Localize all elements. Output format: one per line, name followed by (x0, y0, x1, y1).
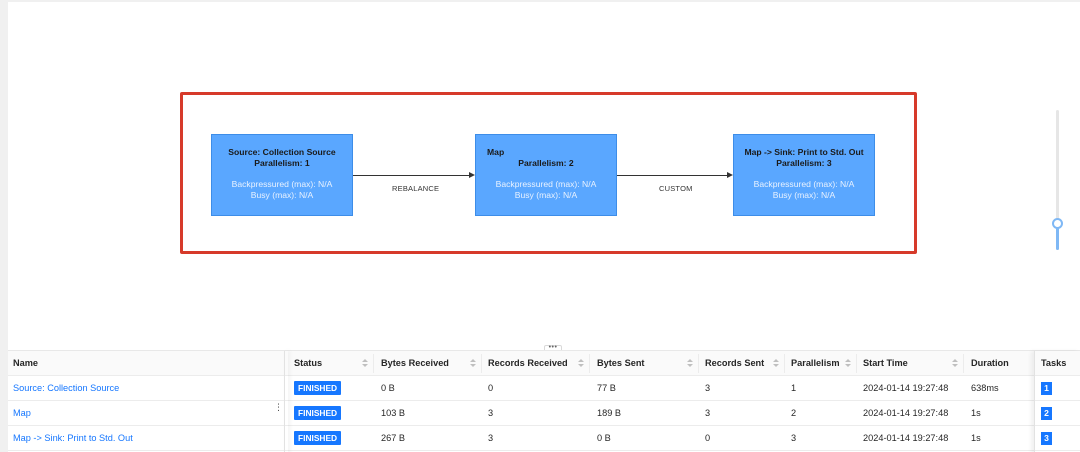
bytes-received-value: 103 B (381, 408, 406, 418)
vertex-name-link[interactable]: Source: Collection Source (13, 376, 119, 401)
node-name: Map -> Sink: Print to Std. Out (744, 147, 864, 157)
task-count-badge[interactable]: 3 (1041, 432, 1052, 445)
graph-edge-custom (617, 175, 729, 176)
node-parallelism: Parallelism: 2 (518, 158, 574, 168)
sort-icon[interactable] (773, 359, 779, 368)
records-received-value: 0 (488, 383, 494, 393)
vertices-table: Name Status Bytes Received Records Recei… (8, 350, 1080, 452)
header-records-received[interactable]: Records Received (488, 351, 568, 376)
records-sent-value: 3 (705, 408, 711, 418)
node-busy: Busy (max): N/A (250, 190, 314, 200)
header-name[interactable]: Name (13, 351, 38, 376)
edge-label: CUSTOM (659, 184, 693, 193)
graph-node-source[interactable]: Source: Collection Source Parallelism: 1… (211, 134, 353, 216)
node-backpressure: Backpressured (max): N/A (495, 179, 597, 189)
start-time-value: 2024-01-14 19:27:48 (863, 433, 949, 443)
task-count-badge[interactable]: 1 (1041, 382, 1052, 395)
graph-node-sink[interactable]: Map -> Sink: Print to Std. Out Paralleli… (733, 134, 875, 216)
parallelism-value: 1 (791, 383, 797, 393)
start-time-value: 2024-01-14 19:27:48 (863, 408, 949, 418)
bytes-sent-value: 0 B (597, 433, 611, 443)
bytes-sent-value: 77 B (597, 383, 616, 393)
vertex-name-link[interactable]: Map -> Sink: Print to Std. Out (13, 426, 133, 451)
node-backpressure: Backpressured (max): N/A (231, 179, 333, 189)
header-records-sent[interactable]: Records Sent (705, 351, 764, 376)
edge-label: REBALANCE (392, 184, 440, 193)
table-row[interactable]: Map FINISHED 103 B 3 189 B 3 2 2024-01-1… (8, 401, 1080, 426)
sort-icon[interactable] (845, 359, 851, 368)
sort-icon[interactable] (952, 359, 958, 368)
parallelism-value: 2 (791, 408, 797, 418)
records-sent-value: 0 (705, 433, 711, 443)
status-badge: FINISHED (294, 381, 342, 395)
duration-value: 1s (971, 408, 981, 418)
job-graph-canvas[interactable]: Source: Collection Source Parallelism: 1… (8, 2, 1080, 350)
node-busy: Busy (max): N/A (514, 190, 578, 200)
records-received-value: 3 (488, 433, 494, 443)
header-tasks: Tasks (1041, 358, 1067, 368)
node-backpressure: Backpressured (max): N/A (753, 179, 855, 189)
graph-node-map[interactable]: Map Parallelism: 2 Backpressured (max): … (475, 134, 617, 216)
sort-icon[interactable] (578, 359, 584, 368)
node-parallelism: Parallelism: 3 (776, 158, 832, 168)
task-count-badge[interactable]: 2 (1041, 407, 1052, 420)
header-duration[interactable]: Duration (971, 351, 1009, 376)
bytes-sent-value: 189 B (597, 408, 622, 418)
table-row[interactable]: Source: Collection Source FINISHED 0 B 0… (8, 376, 1080, 401)
bytes-received-value: 0 B (381, 383, 395, 393)
header-start-time[interactable]: Start Time (863, 351, 908, 376)
parallelism-value: 3 (791, 433, 797, 443)
header-status[interactable]: Status (294, 351, 322, 376)
duration-value: 638ms (971, 383, 999, 393)
status-badge: FINISHED (294, 431, 342, 445)
header-bytes-sent[interactable]: Bytes Sent (597, 351, 645, 376)
column-resize-handle[interactable]: ⋮ (274, 401, 283, 413)
node-busy: Busy (max): N/A (772, 190, 836, 200)
records-received-value: 3 (488, 408, 494, 418)
status-badge: FINISHED (294, 406, 342, 420)
node-name: Source: Collection Source (228, 147, 336, 157)
zoom-slider-handle[interactable] (1052, 218, 1063, 229)
sort-icon[interactable] (687, 359, 693, 368)
records-sent-value: 3 (705, 383, 711, 393)
start-time-value: 2024-01-14 19:27:48 (863, 383, 949, 393)
header-bytes-received[interactable]: Bytes Received (381, 351, 449, 376)
graph-edge-rebalance (353, 175, 471, 176)
table-header-row: Name Status Bytes Received Records Recei… (8, 351, 1080, 376)
vertex-name-link[interactable]: Map (13, 401, 31, 426)
sort-icon[interactable] (470, 359, 476, 368)
table-row[interactable]: Map -> Sink: Print to Std. Out FINISHED … (8, 426, 1080, 451)
node-parallelism: Parallelism: 1 (254, 158, 310, 168)
duration-value: 1s (971, 433, 981, 443)
header-parallelism[interactable]: Parallelism (791, 351, 840, 376)
node-name: Map (487, 147, 505, 157)
job-overview: Source: Collection Source Parallelism: 1… (0, 0, 1080, 452)
sort-icon[interactable] (362, 359, 368, 368)
bytes-received-value: 267 B (381, 433, 406, 443)
